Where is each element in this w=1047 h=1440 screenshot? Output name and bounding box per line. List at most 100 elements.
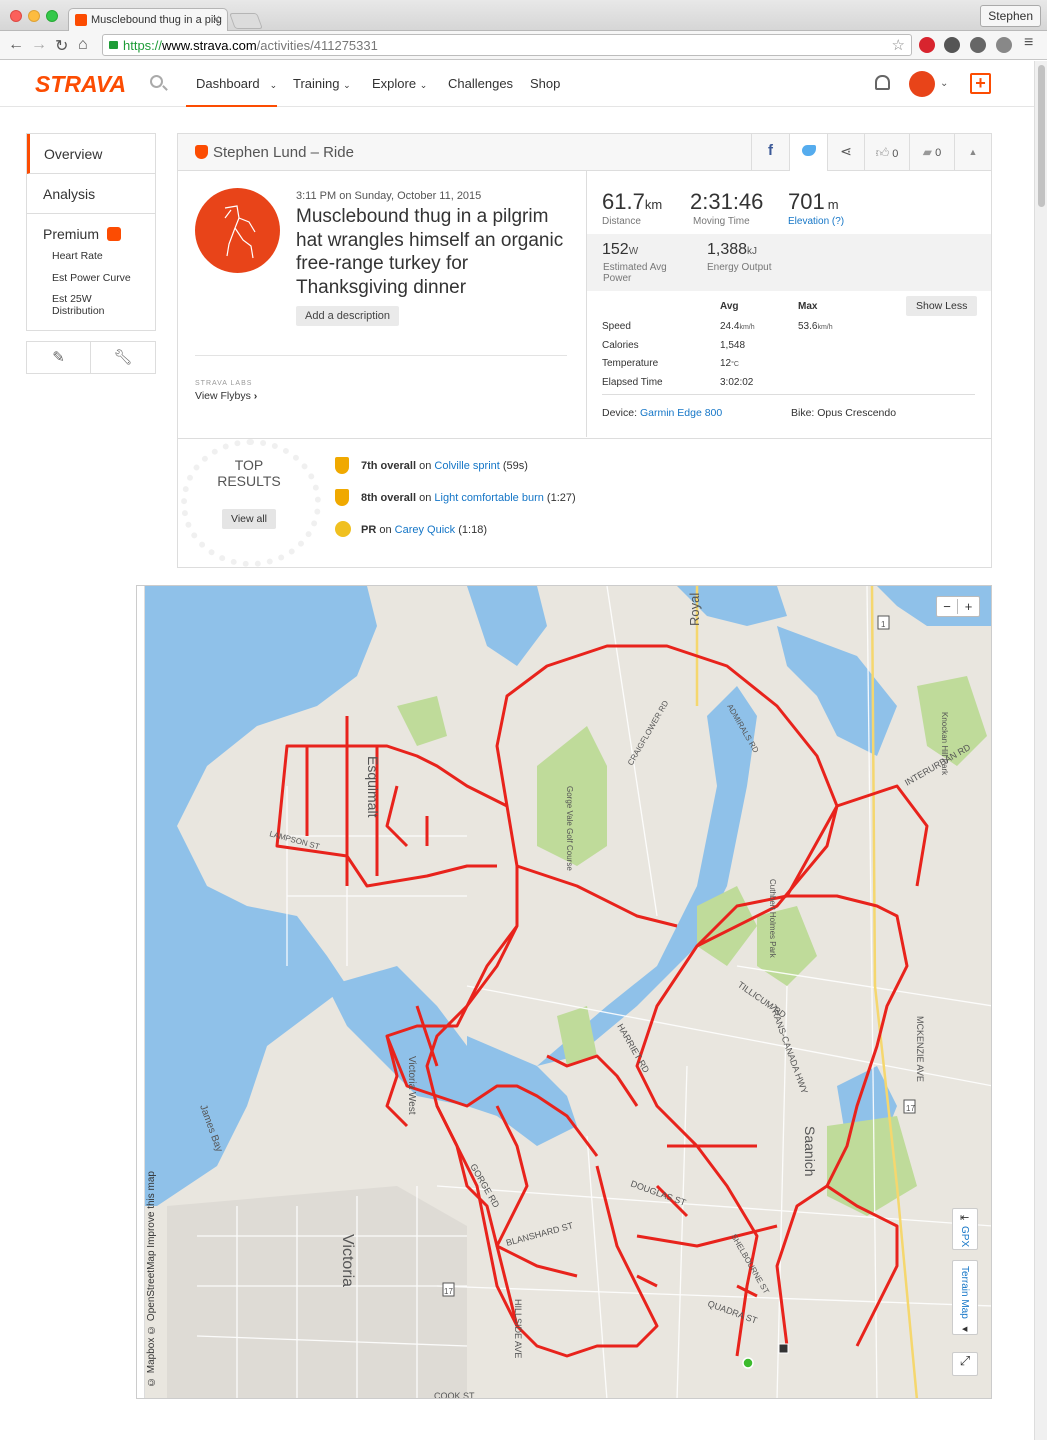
nav-challenges[interactable]: Challenges	[448, 76, 513, 91]
sidebar-item-est-power-curve[interactable]: Est Power Curve	[52, 272, 131, 284]
close-tab-icon[interactable]: ✕	[212, 13, 221, 26]
back-icon[interactable]: ←	[8, 36, 24, 54]
sidebar-item-analysis[interactable]: Analysis	[27, 174, 155, 214]
result-rank: 8th overall	[361, 492, 417, 504]
activity-map[interactable]: Royal Esquimalt Victoria Saanich Victori…	[136, 585, 992, 1399]
url-scheme: https://	[123, 38, 163, 53]
scrollbar-thumb[interactable]	[1038, 65, 1045, 207]
speed-max-value: 53.6	[798, 321, 818, 332]
extension-icon[interactable]	[944, 37, 960, 53]
start-marker[interactable]	[742, 1357, 754, 1369]
address-bar[interactable]: https://www.strava.com/activities/411275…	[102, 34, 912, 56]
segment-link[interactable]: Carey Quick	[395, 524, 456, 536]
maximize-window-button[interactable]	[46, 10, 58, 22]
sidebar-item-overview[interactable]: Overview	[27, 134, 155, 174]
svg-text:Royal: Royal	[687, 593, 702, 626]
activity-date: 3:11 PM on Sunday, October 11, 2015	[296, 190, 482, 202]
energy-unit: kJ	[747, 246, 758, 257]
menu-icon[interactable]: ≡	[1024, 34, 1033, 52]
home-icon[interactable]: ⌂	[78, 36, 88, 54]
device-link[interactable]: Garmin Edge 800	[640, 407, 722, 419]
chevron-right-icon: ›	[253, 390, 258, 402]
nav-explore[interactable]: Explore ⌄	[372, 76, 427, 91]
temperature-value: 12	[720, 358, 732, 369]
site-header: STRAVA Dashboard ⌄ Training ⌄ Explore ⌄ C…	[0, 61, 1034, 107]
browser-toolbar: ← → ↻ ⌂ https://www.strava.com/activitie…	[0, 31, 1047, 60]
bike-info: Bike: Opus Crescendo	[791, 407, 897, 419]
segment-link[interactable]: Light comfortable burn	[434, 492, 543, 504]
elapsed-time-avg: 3:02:02	[720, 377, 754, 388]
bookmark-star-icon[interactable]: ☆	[892, 36, 905, 54]
gpx-export-button[interactable]: ⇤ GPX	[952, 1208, 978, 1250]
power-band: 152W Estimated Avg Power 1,388kJ Energy …	[587, 234, 991, 291]
zoom-in-button[interactable]: +	[958, 599, 979, 614]
sidebar-item-heart-rate[interactable]: Heart Rate	[52, 250, 103, 262]
avg-header: Avg	[720, 301, 739, 312]
athlete-avatar[interactable]	[195, 188, 280, 273]
power-label-1: Estimated Avg	[603, 262, 667, 273]
svg-text:MCKENZIE AVE: MCKENZIE AVE	[915, 1016, 925, 1082]
result-item: 7th overall on Colville sprint (59s)	[361, 460, 528, 472]
new-tab-button[interactable]	[229, 13, 263, 29]
url-host: www.strava.com	[162, 38, 257, 53]
show-less-button[interactable]: Show Less	[906, 296, 978, 316]
segment-link[interactable]: Colville sprint	[434, 460, 499, 472]
chevron-down-icon[interactable]: ⌄	[940, 78, 948, 89]
close-window-button[interactable]	[10, 10, 22, 22]
view-flybys-link[interactable]: View Flybys ›	[195, 390, 257, 402]
extension-icon[interactable]	[996, 37, 1012, 53]
extension-icon[interactable]	[970, 37, 986, 53]
add-description-button[interactable]: Add a description	[296, 306, 399, 326]
minimize-window-button[interactable]	[28, 10, 40, 22]
activity-sidebar: Overview Analysis Premium Heart Rate Est…	[26, 133, 156, 331]
activity-header: Stephen Lund – Ride f ⋖ 👍︎ 0 ▰ 0 ▲	[178, 134, 991, 171]
user-avatar[interactable]	[909, 71, 935, 97]
nav-dashboard[interactable]: Dashboard ⌄	[186, 76, 278, 107]
terrain-map-toggle[interactable]: Terrain Map ◀	[952, 1260, 978, 1335]
opera-extension-icon[interactable]	[919, 37, 935, 53]
tab-title: Musclebound thug in a pilg	[91, 14, 222, 26]
sidebar-item-premium[interactable]: Premium	[27, 214, 155, 254]
nav-training[interactable]: Training ⌄	[293, 76, 351, 91]
sidebar-item-est-25w-distribution[interactable]: Est 25W Distribution	[52, 293, 122, 317]
comments-button[interactable]: ▰ 0	[909, 134, 954, 171]
map-resize-strip[interactable]	[137, 586, 145, 1398]
activity-title[interactable]: Musclebound thug in a pilgrim hat wrangl…	[296, 205, 566, 299]
browser-tab[interactable]: Musclebound thug in a pilg ✕	[68, 8, 228, 32]
twitter-share-icon[interactable]	[789, 134, 827, 171]
view-all-button[interactable]: View all	[222, 509, 276, 529]
page-scrollbar[interactable]	[1034, 61, 1047, 1440]
finish-flag-icon[interactable]	[778, 1343, 789, 1354]
result-on: on	[419, 460, 432, 472]
map-canvas[interactable]: Royal Esquimalt Victoria Saanich Victori…	[137, 586, 992, 1399]
edit-pencil-icon[interactable]: ✎	[27, 342, 91, 373]
facebook-share-icon[interactable]: f	[751, 134, 789, 171]
collapse-caret-icon[interactable]: ▲	[954, 134, 991, 171]
power-value: 152W	[602, 241, 638, 259]
elevation-help-link[interactable]: Elevation (?)	[788, 216, 844, 227]
result-item: PR on Carey Quick (1:18)	[361, 524, 487, 536]
forward-icon[interactable]: →	[31, 36, 47, 54]
energy-label: Energy Output	[707, 262, 772, 273]
share-icon[interactable]: ⋖	[827, 134, 864, 171]
elevation-number: 701	[788, 189, 825, 214]
search-icon[interactable]	[150, 75, 163, 88]
calories-avg: 1,548	[720, 340, 746, 351]
kudos-count: 0	[892, 148, 899, 160]
activity-stats: 61.7km Distance 2:31:46 Moving Time 701 m…	[586, 171, 991, 437]
zoom-out-button[interactable]: −	[937, 599, 958, 614]
svg-text:CRAIGFLOWER RD: CRAIGFLOWER RD	[626, 699, 671, 767]
strava-logo[interactable]: STRAVA	[35, 71, 126, 98]
wrench-icon[interactable]: 🔧︎	[91, 342, 155, 373]
nav-shop[interactable]: Shop	[530, 76, 560, 91]
kudos-button[interactable]: 👍︎ 0	[864, 134, 909, 171]
notifications-bell-icon[interactable]	[875, 75, 890, 90]
fullscreen-icon[interactable]: ⤢	[952, 1352, 978, 1376]
trophy-icon	[335, 489, 349, 506]
energy-number: 1,388	[707, 241, 748, 258]
map-attribution[interactable]: © Mapbox © OpenStreetMap Improve this ma…	[146, 1171, 157, 1387]
profile-button[interactable]: Stephen	[980, 5, 1041, 27]
moving-time-value: 2:31:46	[690, 189, 764, 214]
upload-plus-button[interactable]: +	[970, 73, 991, 94]
reload-icon[interactable]: ↻	[55, 36, 68, 56]
